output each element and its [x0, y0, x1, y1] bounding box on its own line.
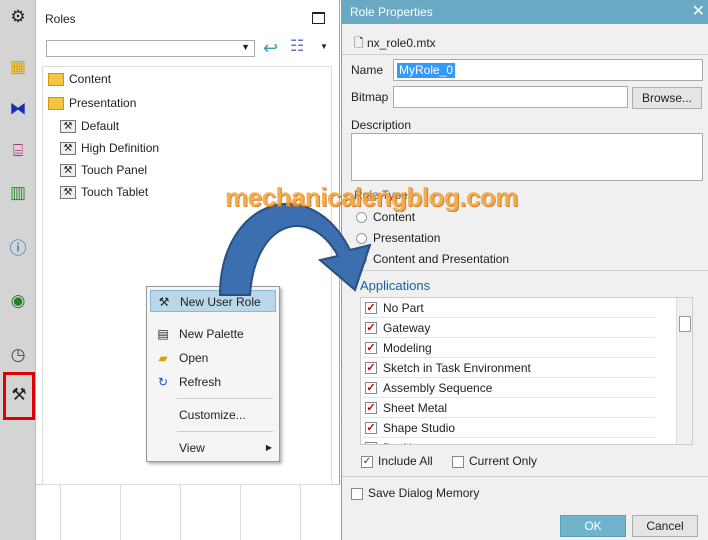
curved-arrow-icon	[218, 202, 372, 296]
menu-item-open[interactable]: ▰ Open	[150, 347, 276, 369]
role-icon: ⚒	[60, 120, 76, 134]
role-properties-dialog: Role Properties ✕ 🗋 nx_role0.mtx Name My…	[341, 0, 708, 540]
resource-bar: ⚙ ▦ ⧓ ⌸ ▥ ⓘ ◉ ◷ ⚒	[0, 0, 36, 540]
gear-icon[interactable]: ⚙	[7, 6, 29, 28]
checkbox-checked-icon[interactable]: ✓	[365, 402, 377, 414]
tree-item-role[interactable]: ⚒ Touch Panel	[60, 160, 147, 180]
menu-item-view[interactable]: View ▶	[150, 437, 276, 459]
web-browser-icon[interactable]: ◉	[7, 290, 29, 312]
menu-item-refresh[interactable]: ↻ Refresh	[150, 371, 276, 393]
application-item[interactable]: ✓ Shape Studio	[363, 418, 655, 438]
checkbox-checked-icon[interactable]: ✓	[365, 302, 377, 314]
cancel-button[interactable]: Cancel	[632, 515, 698, 537]
panel-title: Roles	[45, 12, 76, 26]
tree-item-presentation[interactable]: Presentation	[48, 93, 136, 113]
role-icon: ⚒	[60, 164, 76, 178]
dialog-title-bar: Role Properties ✕	[342, 0, 708, 24]
role-icon: ⚒	[158, 295, 170, 309]
ok-button[interactable]: OK	[560, 515, 626, 537]
scrollbar[interactable]	[676, 298, 692, 444]
history-icon[interactable]: ◷	[7, 344, 29, 366]
checkbox-checked-icon[interactable]: ✓	[365, 322, 377, 334]
info-icon[interactable]: ⓘ	[7, 238, 29, 260]
applications-list: ✓ No Part ✓ Gateway ✓ Modeling ✓ Sketch in Task…	[360, 297, 693, 445]
bitmap-field[interactable]	[393, 86, 628, 108]
menu-separator	[177, 398, 273, 399]
checkbox-checked-icon[interactable]: ✓	[365, 422, 377, 434]
roles-icon[interactable]: ⚒	[3, 372, 35, 420]
arrow-annotation	[218, 202, 372, 296]
menu-item-new-palette[interactable]: ▤ New Palette	[150, 323, 276, 345]
application-item[interactable]: ✓ Modeling	[363, 338, 655, 358]
list-view-icon[interactable]: ☷	[290, 36, 304, 56]
divider	[342, 54, 708, 55]
menu-item-customize[interactable]: Customize...	[150, 404, 276, 426]
return-icon[interactable]: ↩	[263, 38, 278, 59]
role-icon: ⚒	[60, 186, 76, 200]
assembly-navigator-icon[interactable]: ▦	[7, 56, 29, 78]
name-label: Name	[351, 63, 384, 77]
application-item[interactable]: ✓ No Part	[363, 298, 655, 318]
part-navigator-icon[interactable]: ⌸	[7, 140, 29, 162]
application-item[interactable]: ✓Drafting	[363, 438, 655, 444]
application-item[interactable]: ✓ Sheet Metal	[363, 398, 655, 418]
description-field[interactable]	[351, 133, 703, 181]
constraint-navigator-icon[interactable]: ⧓	[7, 98, 29, 120]
file-label: 🗋 nx_role0.mtx	[354, 36, 436, 50]
checkbox-checked-icon[interactable]: ✓	[365, 362, 377, 374]
reuse-library-icon[interactable]: ▥	[7, 182, 29, 204]
refresh-icon: ↻	[157, 375, 169, 389]
checkbox-checked-icon[interactable]: ✓	[365, 382, 377, 394]
description-label: Description	[351, 118, 412, 132]
divider	[342, 270, 708, 271]
checkmark-icon: ✓	[361, 455, 373, 468]
palette-icon: ▤	[157, 327, 169, 341]
application-item[interactable]: ✓ Gateway	[363, 318, 655, 338]
folder-icon	[48, 73, 64, 87]
maximize-button[interactable]	[312, 12, 325, 24]
open-folder-icon: ▰	[158, 351, 168, 365]
browse-button[interactable]: Browse...	[632, 87, 702, 109]
checkbox-checked-icon[interactable]: ✓	[365, 342, 377, 354]
scrollbar-thumb[interactable]	[679, 316, 691, 332]
application-item[interactable]: ✓ Assembly Sequence	[363, 378, 655, 398]
file-icon: 🗋	[354, 36, 367, 50]
tree-item-role[interactable]: ⚒ Default	[60, 116, 119, 136]
name-field[interactable]: MyRole_0	[393, 59, 703, 81]
tree-item-role[interactable]: ⚒ High Definition	[60, 138, 159, 158]
context-menu: ⚒ New User Role ▤ New Palette ▰ Open ↻ Refre…	[146, 286, 280, 462]
current-only-checkbox[interactable]: Current Only	[452, 454, 537, 468]
chevron-down-icon[interactable]: ▼	[320, 42, 328, 51]
role-icon: ⚒	[60, 142, 76, 156]
chevron-right-icon: ▶	[265, 443, 272, 452]
divider	[342, 476, 708, 477]
chevron-down-icon: ▼	[241, 42, 250, 52]
watermark: mechanicalengblog.com	[225, 182, 518, 212]
roles-combo[interactable]: ▼	[46, 40, 255, 57]
application-item[interactable]: ✓ Sketch in Task Environment	[363, 358, 655, 378]
include-all-checkbox[interactable]: ✓ Include All	[361, 454, 433, 468]
tree-item-role[interactable]: ⚒ Touch Tablet	[60, 182, 148, 202]
menu-separator	[177, 431, 273, 432]
bitmap-label: Bitmap	[351, 90, 389, 104]
checkbox-checked-icon[interactable]: ✓	[365, 442, 377, 444]
close-icon[interactable]: ✕	[692, 0, 705, 24]
save-dialog-memory-checkbox[interactable]: Save Dialog Memory	[351, 486, 479, 500]
folder-open-icon	[48, 97, 64, 111]
tree-item-content[interactable]: Content	[48, 69, 111, 89]
